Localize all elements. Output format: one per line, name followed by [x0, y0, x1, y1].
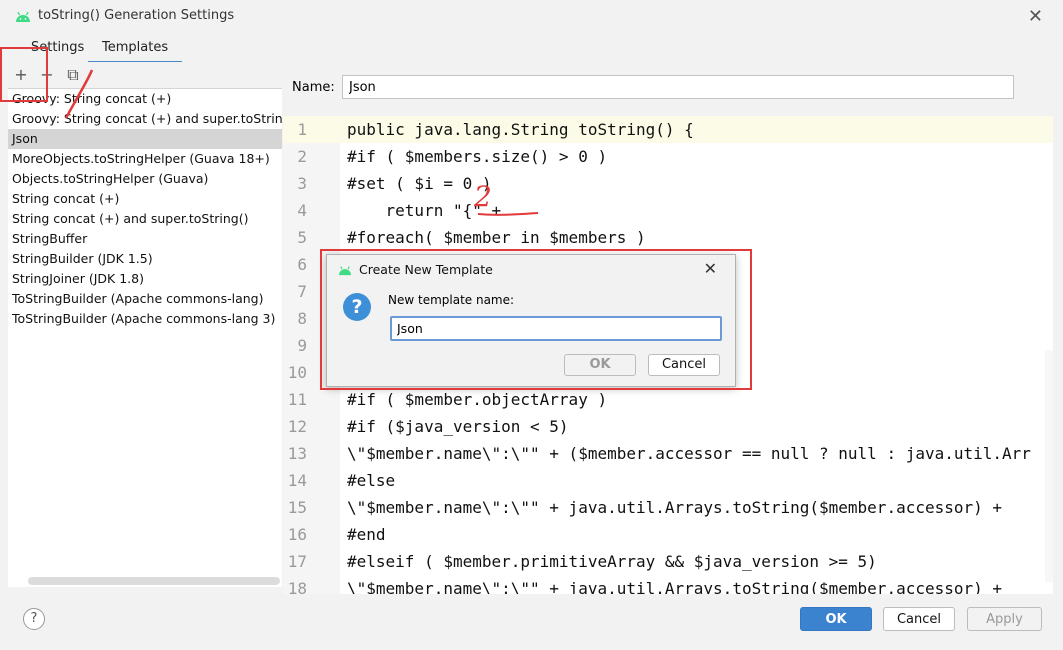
list-item[interactable]: String concat (+) and super.toString()	[8, 209, 282, 229]
code-text: #end	[347, 525, 386, 544]
code-text: #set ( $i = 0 )	[347, 174, 492, 193]
dialog-cancel-button[interactable]: Cancel	[648, 354, 720, 376]
line-number: 18	[287, 579, 307, 594]
close-icon[interactable]: ✕	[1028, 6, 1043, 27]
code-line: 16 #end	[283, 521, 1053, 548]
list-item[interactable]: StringBuffer	[8, 229, 282, 249]
list-item[interactable]: StringJoiner (JDK 1.8)	[8, 269, 282, 289]
code-text: \"$member.name\":\"" + java.util.Arrays.…	[347, 579, 1003, 594]
line-number: 9	[297, 336, 307, 355]
template-name-label: New template name:	[388, 293, 515, 307]
list-item[interactable]: Json	[8, 129, 282, 149]
code-text: #else	[347, 471, 396, 490]
line-number: 2	[297, 147, 307, 166]
code-line: 17 #elseif ( $member.primitiveArray && $j…	[283, 548, 1053, 575]
code-line: 3 #set ( $i = 0 )	[283, 170, 1053, 197]
code-text: return "{" +	[347, 201, 502, 220]
code-line: 4 return "{" +	[283, 197, 1053, 224]
ok-button[interactable]: OK	[800, 607, 872, 631]
create-template-dialog: Create New Template ✕ ? New template nam…	[326, 254, 736, 387]
line-number: 1	[297, 120, 307, 139]
list-item[interactable]: Groovy: String concat (+)	[8, 89, 282, 109]
name-field[interactable]	[342, 75, 1014, 99]
dialog-footer: ? OK Cancel Apply	[0, 596, 1063, 650]
line-number: 16	[287, 525, 307, 544]
line-number: 4	[297, 201, 307, 220]
list-item[interactable]: Objects.toStringHelper (Guava)	[8, 169, 282, 189]
template-name-input[interactable]	[390, 316, 722, 341]
code-text: #foreach( $member in $members )	[347, 228, 646, 247]
horizontal-scrollbar[interactable]	[28, 577, 280, 585]
code-text: #if ($java_version < 5)	[347, 417, 569, 436]
tab-settings[interactable]: Settings	[31, 40, 84, 61]
line-number: 3	[297, 174, 307, 193]
line-number: 11	[287, 390, 307, 409]
line-number: 14	[287, 471, 307, 490]
code-line: 18 \"$member.name\":\"" + java.util.Array…	[283, 575, 1053, 594]
cancel-button[interactable]: Cancel	[883, 607, 955, 631]
tab-bar: Settings Templates	[0, 34, 1063, 64]
list-item[interactable]: ToStringBuilder (Apache commons-lang 3)	[8, 309, 282, 329]
name-row: Name:	[282, 62, 1063, 114]
line-number: 6	[297, 255, 307, 274]
code-text: \"$member.name\":\"" + ($member.accessor…	[347, 444, 1031, 463]
question-icon: ?	[343, 293, 371, 321]
list-item[interactable]: StringBuilder (JDK 1.5)	[8, 249, 282, 269]
list-item[interactable]: MoreObjects.toStringHelper (Guava 18+)	[8, 149, 282, 169]
dialog-title: Create New Template	[359, 262, 493, 277]
list-item[interactable]: ToStringBuilder (Apache commons-lang)	[8, 289, 282, 309]
code-line: 14 #else	[283, 467, 1053, 494]
line-number: 17	[287, 552, 307, 571]
android-icon	[339, 266, 351, 276]
dialog-ok-button[interactable]: OK	[564, 354, 636, 376]
code-text: #elseif ( $member.primitiveArray && $jav…	[347, 552, 877, 571]
code-line: 1 public java.lang.String toString() {	[283, 116, 1053, 143]
code-line: 2 #if ( $members.size() > 0 )	[283, 143, 1053, 170]
line-number: 13	[287, 444, 307, 463]
line-number: 8	[297, 309, 307, 328]
title-bar: toString() Generation Settings ✕	[0, 0, 1063, 34]
templates-panel: + − ⧉ Groovy: String concat (+) Groovy: S…	[8, 62, 282, 596]
apply-button[interactable]: Apply	[967, 607, 1042, 631]
name-label: Name:	[292, 80, 335, 95]
list-item[interactable]: Groovy: String concat (+) and super.toSt…	[8, 109, 282, 129]
line-number: 7	[297, 282, 307, 301]
line-number: 5	[297, 228, 307, 247]
line-number: 12	[287, 417, 307, 436]
add-icon[interactable]: +	[10, 64, 32, 86]
code-line: 5 #foreach( $member in $members )	[283, 224, 1053, 251]
close-icon[interactable]: ✕	[704, 259, 717, 278]
remove-icon[interactable]: −	[36, 64, 58, 86]
tab-templates[interactable]: Templates	[88, 40, 183, 64]
code-text: #if ( $member.objectArray )	[347, 390, 608, 409]
list-item[interactable]: String concat (+)	[8, 189, 282, 209]
help-icon[interactable]: ?	[23, 608, 45, 630]
code-text: #if ( $members.size() > 0 )	[347, 147, 608, 166]
code-line: 12 #if ($java_version < 5)	[283, 413, 1053, 440]
code-line: 11 #if ( $member.objectArray )	[283, 386, 1053, 413]
templates-toolbar: + − ⧉	[8, 62, 282, 88]
templates-list: Groovy: String concat (+) Groovy: String …	[8, 88, 282, 587]
window-title: toString() Generation Settings	[38, 8, 235, 23]
code-text: public java.lang.String toString() {	[347, 120, 694, 139]
code-line: 13 \"$member.name\":\"" + ($member.access…	[283, 440, 1053, 467]
line-number: 15	[287, 498, 307, 517]
code-line: 15 \"$member.name\":\"" + java.util.Array…	[283, 494, 1053, 521]
line-number: 10	[287, 363, 307, 382]
android-icon	[16, 11, 30, 22]
code-text: \"$member.name\":\"" + java.util.Arrays.…	[347, 498, 1003, 517]
copy-icon[interactable]: ⧉	[62, 64, 84, 86]
